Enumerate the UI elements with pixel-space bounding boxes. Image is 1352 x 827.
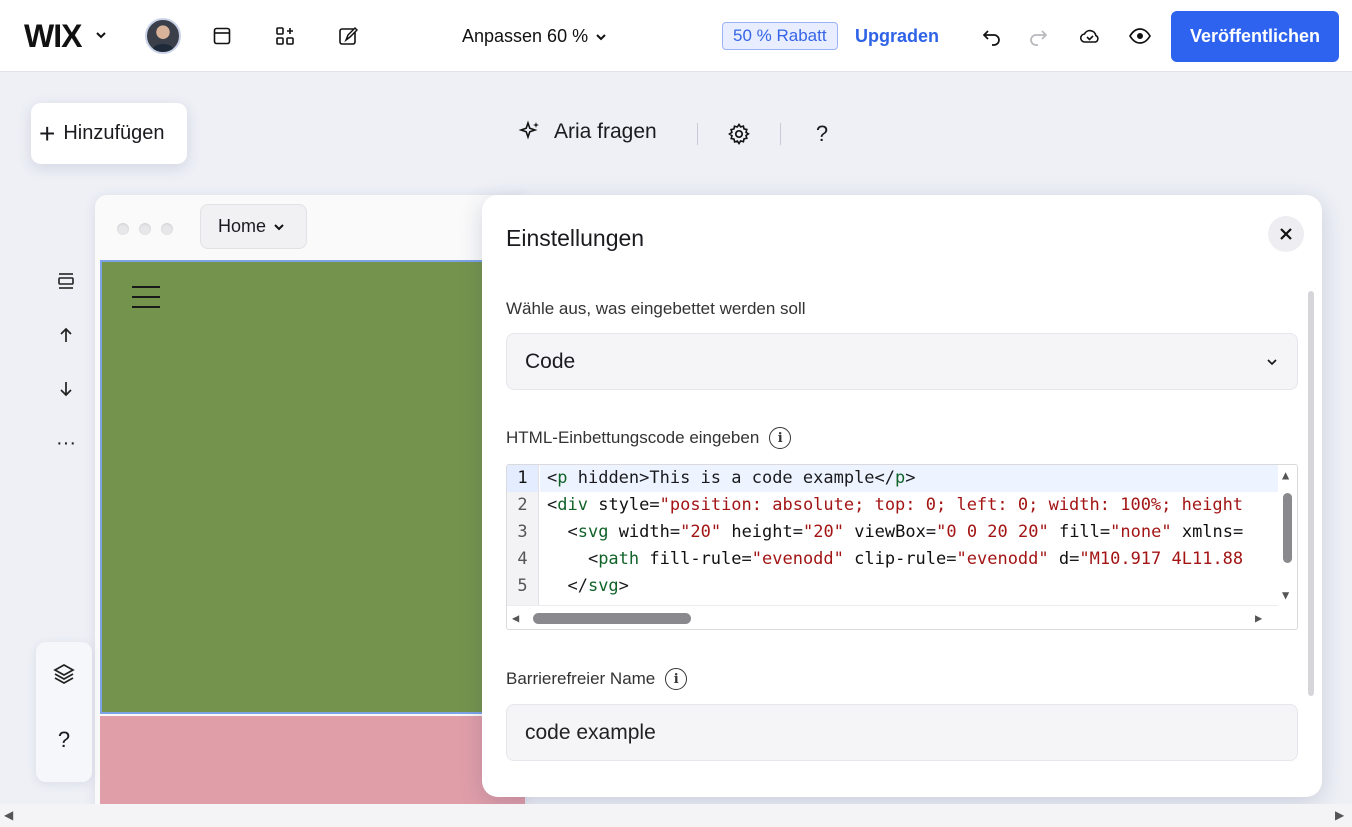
- scroll-down-arrow-icon[interactable]: ▼: [1282, 589, 1289, 601]
- code-label: HTML-Einbettungscode eingeben i: [506, 427, 792, 449]
- section-layout-icon[interactable]: [54, 270, 78, 292]
- cloud-save-icon[interactable]: [1078, 24, 1102, 48]
- design-icon[interactable]: [336, 24, 360, 48]
- line-number-gutter: 1 2 3 4 5: [507, 465, 539, 605]
- panel-scrollbar[interactable]: [1308, 291, 1314, 696]
- add-button-label: Hinzufügen: [63, 122, 165, 144]
- code-line[interactable]: <div style="position: absolute; top: 0; …: [540, 492, 1278, 519]
- code-line[interactable]: <path fill-rule="evenodd" clip-rule="eve…: [540, 546, 1278, 573]
- toolbar-divider: [697, 123, 698, 145]
- accessible-name-label: Barrierefreier Name i: [506, 668, 688, 690]
- upgrade-link[interactable]: Upgraden: [855, 26, 939, 47]
- horizontal-scrollbar[interactable]: ◀ ▶: [507, 605, 1278, 629]
- code-line[interactable]: <p hidden>This is a code example</p>: [540, 465, 1278, 492]
- settings-gear-icon[interactable]: [725, 120, 753, 148]
- move-up-arrow-icon[interactable]: [54, 324, 78, 346]
- left-bottom-tools: ?: [36, 642, 92, 782]
- move-down-arrow-icon[interactable]: [54, 378, 78, 400]
- discount-badge[interactable]: 50 % Rabatt: [722, 22, 838, 50]
- element-actions-rail: ···: [40, 270, 92, 454]
- hamburger-menu-icon[interactable]: [132, 286, 160, 308]
- window-horizontal-scrollbar[interactable]: ◀ ▶: [0, 804, 1352, 827]
- site-canvas: Home: [95, 195, 525, 805]
- line-number: 2: [517, 495, 528, 515]
- line-number: 5: [517, 576, 528, 596]
- aria-label: Aria fragen: [554, 120, 657, 143]
- page-selector-label: Home: [218, 216, 267, 236]
- embed-type-label: Wähle aus, was eingebettet werden soll: [506, 299, 806, 319]
- scroll-left-arrow-icon[interactable]: ◀: [4, 809, 13, 821]
- settings-panel: Einstellungen Wähle aus, was eingebettet…: [482, 195, 1322, 797]
- code-line[interactable]: </svg>: [540, 573, 1278, 600]
- chevron-down-icon: [1267, 358, 1277, 365]
- more-options-icon[interactable]: ···: [54, 432, 78, 454]
- line-number: 1: [507, 465, 538, 492]
- code-line[interactable]: <svg width="20" height="20" viewBox="0 0…: [540, 519, 1278, 546]
- toolbar-divider: [780, 123, 781, 145]
- wix-logo[interactable]: WIX: [24, 18, 82, 55]
- embed-type-value: Code: [525, 349, 576, 373]
- publish-button[interactable]: Veröffentlichen: [1171, 11, 1339, 62]
- horizontal-scroll-thumb[interactable]: [533, 613, 691, 624]
- info-icon[interactable]: i: [665, 668, 688, 690]
- content-section[interactable]: [100, 716, 525, 805]
- html-code-editor[interactable]: 1 2 3 4 5 <p hidden>This is a code examp…: [506, 464, 1298, 630]
- help-icon[interactable]: ?: [808, 120, 836, 148]
- chevron-down-icon: [596, 33, 606, 40]
- plus-icon: +: [39, 117, 56, 149]
- aria-ask-button[interactable]: Aria fragen: [518, 120, 657, 144]
- pages-icon[interactable]: [210, 24, 234, 48]
- info-icon[interactable]: i: [769, 427, 792, 449]
- close-button[interactable]: [1268, 216, 1304, 252]
- page-selector[interactable]: Home: [200, 204, 307, 249]
- avatar[interactable]: [145, 18, 181, 54]
- embed-type-label-text: Wähle aus, was eingebettet werden soll: [506, 299, 806, 318]
- close-icon: [1280, 228, 1292, 240]
- add-elements-button[interactable]: + Hinzufügen: [31, 103, 187, 164]
- vertical-scroll-thumb[interactable]: [1283, 493, 1292, 563]
- chevron-down-icon: [274, 223, 284, 230]
- line-number: 3: [517, 522, 528, 542]
- accessible-name-input[interactable]: [506, 704, 1298, 761]
- help-icon[interactable]: ?: [50, 726, 78, 754]
- preview-eye-icon[interactable]: [1128, 24, 1152, 48]
- window-dots: [117, 223, 173, 235]
- zoom-dropdown[interactable]: Anpassen 60 %: [462, 26, 608, 47]
- top-bar: WIX Anpassen 60 % 50 % Rabatt Upgraden V…: [0, 0, 1352, 72]
- code-lines[interactable]: <p hidden>This is a code example</p> <div…: [540, 465, 1278, 605]
- scroll-left-arrow-icon[interactable]: ◀: [512, 612, 519, 624]
- code-label-text: HTML-Einbettungscode eingeben: [506, 428, 760, 447]
- accessible-name-label-text: Barrierefreier Name: [506, 669, 656, 688]
- apps-icon[interactable]: [273, 24, 297, 48]
- panel-title: Einstellungen: [506, 225, 645, 251]
- scroll-right-arrow-icon[interactable]: ▶: [1335, 809, 1344, 821]
- embed-type-select[interactable]: Code: [506, 333, 1298, 390]
- line-number: 4: [517, 549, 528, 569]
- redo-icon[interactable]: [1026, 24, 1050, 48]
- zoom-label: Anpassen 60 %: [462, 26, 589, 46]
- layers-icon[interactable]: [50, 660, 78, 688]
- vertical-scrollbar[interactable]: ▲ ▼: [1278, 465, 1297, 605]
- chevron-down-icon[interactable]: [94, 28, 108, 42]
- header-section[interactable]: [100, 260, 525, 714]
- scroll-right-arrow-icon[interactable]: ▶: [1255, 612, 1262, 624]
- sparkle-icon: [518, 120, 539, 140]
- undo-icon[interactable]: [980, 24, 1004, 48]
- scroll-up-arrow-icon[interactable]: ▲: [1282, 469, 1289, 481]
